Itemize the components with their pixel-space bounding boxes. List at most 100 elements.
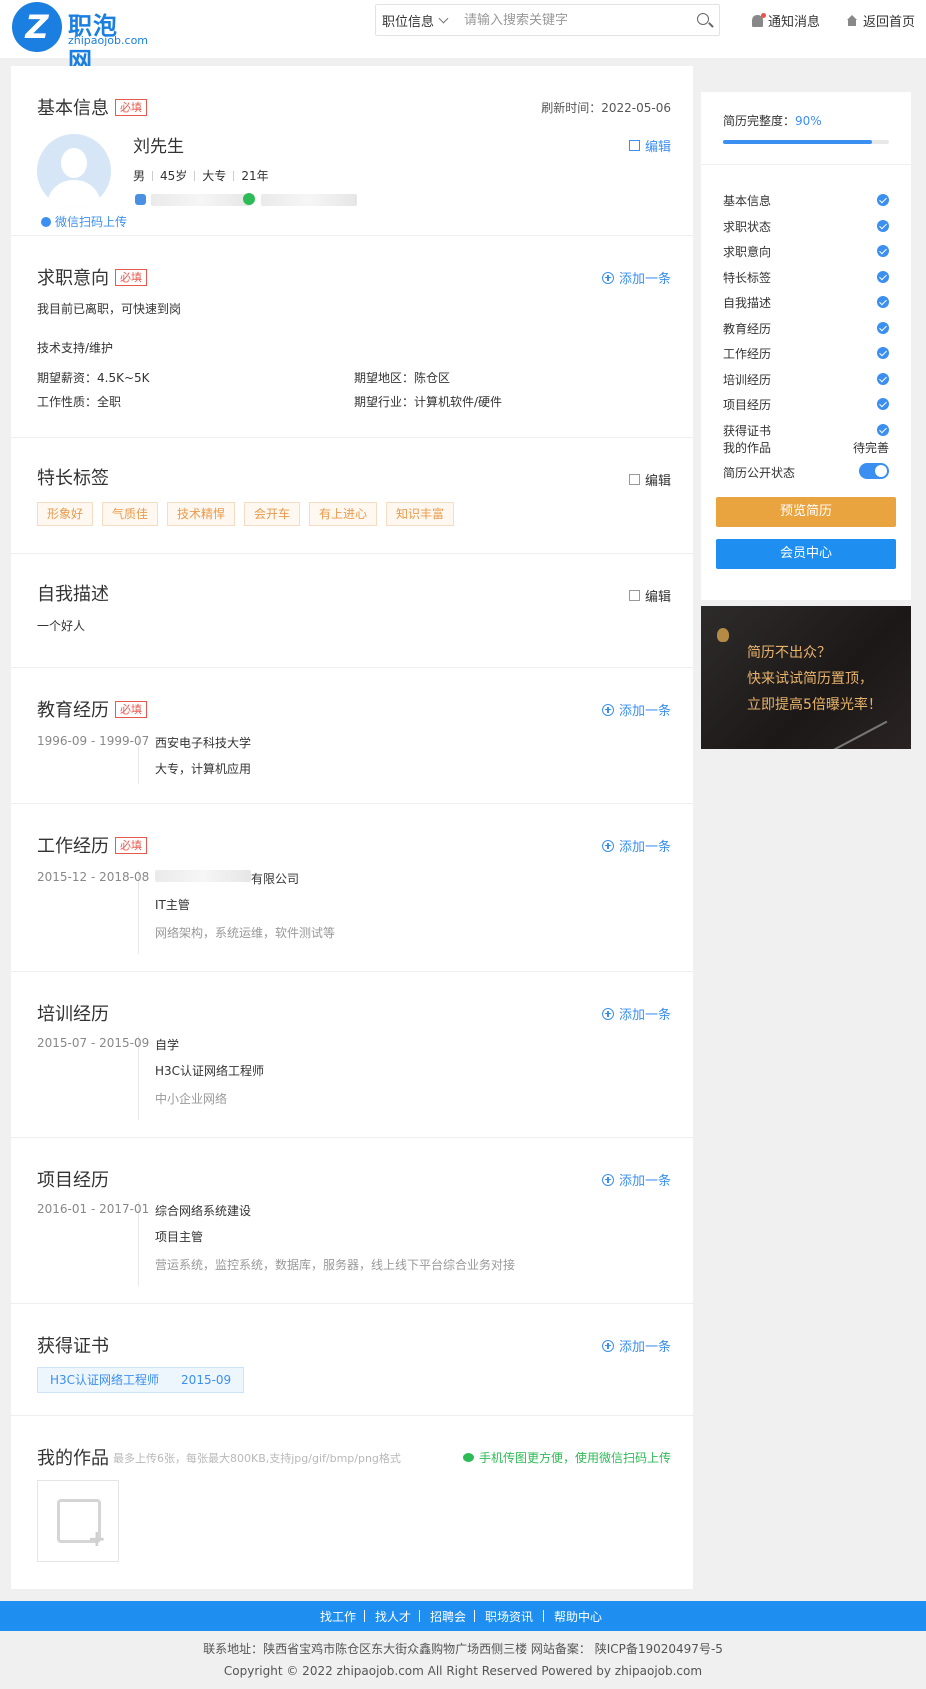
- project-role: 项目主管: [155, 1230, 204, 1244]
- side-item[interactable]: 基本信息: [723, 192, 889, 209]
- side-item[interactable]: 求职状态: [723, 218, 889, 235]
- edit-icon: [628, 590, 640, 601]
- edit-label: 编辑: [644, 140, 671, 155]
- footer-link[interactable]: 找工作: [320, 1608, 356, 1625]
- edit-basic-button[interactable]: 编辑: [628, 136, 671, 155]
- completeness-text: 简历完整度：: [723, 114, 796, 128]
- skill-tag: 气质佳: [102, 502, 159, 526]
- side-item-label: 项目经历: [723, 398, 772, 412]
- footer-link[interactable]: 找人才: [375, 1608, 411, 1625]
- work-content: 网络架构，系统运维，软件测试等: [155, 926, 336, 940]
- edit-icon: [628, 474, 640, 485]
- avatar[interactable]: [37, 134, 111, 208]
- avatar-head: [61, 148, 87, 178]
- side-item[interactable]: 求职意向: [723, 243, 889, 260]
- notify-link[interactable]: 通知消息: [752, 11, 820, 30]
- home-label: 返回首页: [863, 15, 916, 30]
- plus-circle-icon: [601, 1173, 614, 1186]
- side-item-label: 教育经历: [723, 321, 772, 336]
- edit-desc-button[interactable]: 编辑: [628, 586, 671, 605]
- image-add-icon: [57, 1499, 106, 1552]
- footer-sep: [419, 1610, 420, 1622]
- add-work-button[interactable]: 添加一条: [601, 836, 671, 855]
- plus-circle-icon: [601, 1007, 614, 1020]
- check-circle-icon: [877, 296, 889, 308]
- section-title: 获得证书: [37, 1336, 109, 1357]
- edit-skills-button[interactable]: 编辑: [628, 470, 671, 489]
- side-item[interactable]: 教育经历: [723, 320, 889, 337]
- required-badge: 必填: [115, 837, 147, 854]
- footer-sep: [364, 1610, 365, 1622]
- check-circle-icon: [877, 423, 889, 436]
- search-category-select[interactable]: 职位信息: [376, 11, 456, 30]
- resume-main: 基本信息 必填 刷新时间：2022-05-06 刘先生 编辑 男 45岁 大专 21年 …: [11, 66, 693, 1589]
- side-item[interactable]: 培训经历: [723, 371, 889, 388]
- skill-tag: 知识丰富: [386, 502, 455, 526]
- side-item[interactable]: 自我描述: [723, 294, 889, 311]
- side-item-label: 基本信息: [723, 194, 772, 208]
- section-education: 教育经历 必填 添加一条 1996-09 - 1999-07 西安电子科技大学 大…: [11, 668, 693, 804]
- section-title: 工作经历 必填: [37, 832, 147, 858]
- side-item-label: 求职状态: [723, 219, 772, 234]
- edit-label: 编辑: [644, 474, 671, 489]
- promo-banner[interactable]: 简历不出众？ 快来试试简历置顶， 立即提高5倍曝光率！: [701, 606, 911, 749]
- add-intent-button[interactable]: 添加一条: [601, 268, 671, 287]
- wechat-masked: [261, 194, 357, 206]
- footer-nav: 找工作 找人才 招聘会 职场资讯 帮助中心: [0, 1601, 926, 1631]
- gender: 男: [133, 169, 146, 183]
- footer-sep: [543, 1610, 544, 1622]
- side-item[interactable]: 获得证书: [723, 422, 889, 439]
- side-item[interactable]: 项目经历: [723, 396, 889, 413]
- home-link[interactable]: 返回首页: [846, 11, 915, 30]
- section-project: 项目经历 添加一条 2016-01 - 2017-01 综合网络系统建设 项目主…: [11, 1138, 693, 1304]
- expected-salary: 期望薪资：4.5K~5K: [37, 371, 150, 385]
- footer-link[interactable]: 职场资讯: [485, 1608, 533, 1625]
- self-description-text: 一个好人: [37, 619, 86, 633]
- lightbulb-icon: [717, 628, 729, 642]
- period: 2015-12 - 2018-08: [37, 870, 150, 884]
- banner-line-3: 立即提高5倍曝光率！: [747, 697, 882, 713]
- school: 西安电子科技大学: [155, 736, 252, 750]
- add-education-button[interactable]: 添加一条: [601, 700, 671, 719]
- section-title: 特长标签: [37, 468, 109, 489]
- logo-mark-icon: Z: [12, 2, 62, 52]
- mobile-upload-link[interactable]: 手机传图更方便，使用微信扫码上传: [462, 1449, 671, 1466]
- footer-link[interactable]: 帮助中心: [554, 1608, 602, 1625]
- skill-tag: 会开车: [244, 502, 301, 526]
- upload-image-button[interactable]: [37, 1480, 119, 1562]
- wechat-icon: [462, 1453, 474, 1462]
- skill-tag: 技术精悍: [167, 502, 236, 526]
- check-circle-icon: [877, 245, 889, 257]
- side-item-label: 培训经历: [723, 372, 772, 387]
- footer-link[interactable]: 招聘会: [430, 1608, 466, 1625]
- home-icon: [846, 15, 858, 26]
- member-center-button[interactable]: 会员中心: [716, 539, 896, 569]
- section-training: 培训经历 添加一条 2015-07 - 2015-09 自学 H3C认证网络工程…: [11, 972, 693, 1138]
- wechat-upload-link[interactable]: 微信扫码上传: [41, 213, 127, 230]
- public-toggle[interactable]: [859, 463, 889, 479]
- preview-resume-button[interactable]: 预览简历: [716, 497, 896, 527]
- expected-area: 期望地区：陈仓区: [354, 371, 451, 385]
- side-item-label: 获得证书: [723, 423, 772, 438]
- section-basic-info: 基本信息 必填 刷新时间：2022-05-06 刘先生 编辑 男 45岁 大专 21年 …: [11, 66, 693, 236]
- site-logo[interactable]: Z 职泡网 zhipaojob.com: [12, 2, 148, 75]
- search-icon[interactable]: [689, 5, 719, 35]
- footer-copyright: Copyright © 2022 zhipaojob.com All Right…: [223, 1664, 703, 1678]
- side-item[interactable]: 工作经历: [723, 345, 889, 362]
- section-title: 基本信息 必填: [37, 94, 147, 120]
- add-label: 添加一条: [618, 1174, 671, 1189]
- side-item-label: 工作经历: [723, 347, 772, 361]
- side-item-works[interactable]: 我的作品 待完善: [723, 439, 889, 456]
- add-training-button[interactable]: 添加一条: [601, 1004, 671, 1023]
- side-item-label: 我的作品: [723, 441, 772, 455]
- title-text: 基本信息: [37, 98, 109, 119]
- training-org: 自学: [155, 1038, 180, 1052]
- add-project-button[interactable]: 添加一条: [601, 1170, 671, 1189]
- add-cert-button[interactable]: 添加一条: [601, 1336, 671, 1355]
- side-item[interactable]: 特长标签: [723, 269, 889, 286]
- title-text: 求职意向: [37, 268, 109, 289]
- required-badge: 必填: [115, 99, 147, 116]
- completeness-label: 简历完整度：90%: [723, 112, 822, 129]
- search-input[interactable]: [456, 12, 689, 28]
- upload-hint: 最多上传6张，每张最大800KB,支持jpg/gif/bmp/png格式: [113, 1452, 401, 1465]
